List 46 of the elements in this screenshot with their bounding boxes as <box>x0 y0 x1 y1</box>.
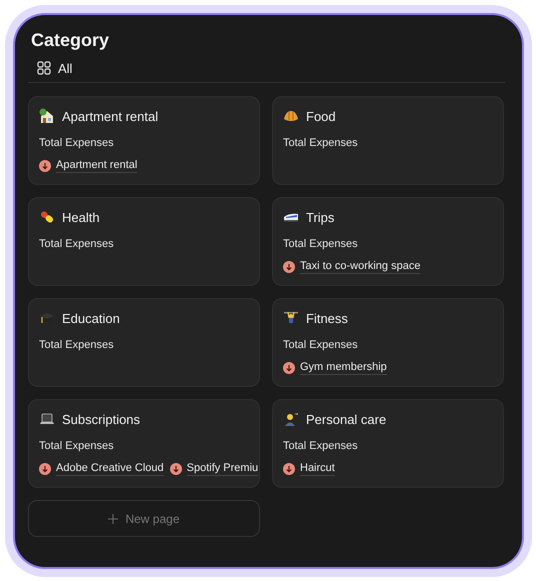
category-card[interactable]: Fitness Total Expenses Gym membership <box>272 298 504 387</box>
graduation-cap-icon <box>39 310 55 326</box>
category-card[interactable]: Education Total Expenses <box>28 298 260 387</box>
expense-link[interactable]: Apartment rental <box>39 159 138 173</box>
card-title: Subscriptions <box>62 412 140 426</box>
card-title: Health <box>62 210 100 224</box>
card-title: Fitness <box>306 310 348 326</box>
category-card[interactable]: Food Total Expenses <box>272 96 504 185</box>
card-title: Personal care <box>306 412 386 426</box>
total-expenses-label: Total Expenses <box>283 338 359 352</box>
expense-link[interactable]: Adobe Creative Cloud <box>39 462 164 476</box>
person-icon <box>283 411 299 427</box>
page-title: Category <box>31 29 110 51</box>
total-expenses-label: Total Expenses <box>39 439 115 453</box>
total-expenses-label: Total Expenses <box>283 136 359 150</box>
category-card[interactable]: Apartment rental Total Expenses Apartment rental <box>28 96 260 185</box>
weightlifter-icon <box>283 310 299 326</box>
card-title: Education <box>62 310 120 326</box>
down-arrow-icon <box>283 463 295 475</box>
total-expenses-label: Total Expenses <box>283 237 359 251</box>
grid-icon <box>37 61 51 75</box>
card-title: Food <box>306 108 336 124</box>
laptop-icon <box>39 411 55 427</box>
plus-icon <box>108 514 118 524</box>
down-arrow-icon <box>283 362 295 374</box>
total-expenses-label: Total Expenses <box>283 439 359 453</box>
category-card[interactable]: Health Total Expenses <box>28 197 260 286</box>
expense-link[interactable]: Taxi to co-working space <box>283 260 420 274</box>
total-expenses-label: Total Expenses <box>39 136 115 150</box>
total-expenses-label: Total Expenses <box>39 237 115 251</box>
down-arrow-icon <box>39 160 51 172</box>
category-card[interactable]: Subscriptions Total Expenses Adobe Creative Cloud Spotify Premiu <box>28 399 260 488</box>
pill-icon <box>39 209 55 225</box>
down-arrow-icon <box>283 261 295 273</box>
card-title: Apartment rental <box>62 108 158 124</box>
expense-link[interactable]: Spotify Premiu <box>170 462 258 476</box>
expense-link[interactable]: Haircut <box>283 462 335 476</box>
view-tab[interactable]: All <box>28 60 72 76</box>
expense-link[interactable]: Gym membership <box>283 361 387 375</box>
house-icon <box>39 108 55 124</box>
card-title: Trips <box>306 210 334 224</box>
new-page-button[interactable]: New page <box>28 500 260 537</box>
down-arrow-icon <box>39 463 51 475</box>
category-card[interactable]: Personal care Total Expenses Haircut <box>272 399 504 488</box>
total-expenses-label: Total Expenses <box>39 338 115 352</box>
category-card[interactable]: Trips Total Expenses Taxi to co-working space <box>272 197 504 286</box>
